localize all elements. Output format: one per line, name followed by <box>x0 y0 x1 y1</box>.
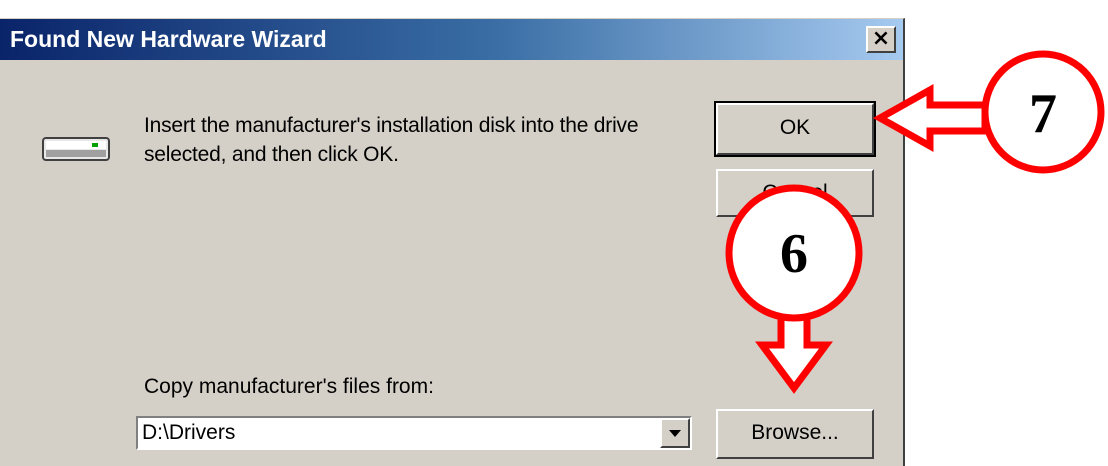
step-7-label: 7 <box>1029 83 1057 145</box>
close-icon: × <box>871 26 891 51</box>
dropdown-button[interactable] <box>660 418 690 448</box>
cancel-button[interactable]: Cancel <box>716 169 874 217</box>
copy-from-combobox[interactable]: D:\Drivers <box>136 416 692 450</box>
disk-drive-icon <box>42 137 110 161</box>
ok-button[interactable]: OK <box>714 101 876 157</box>
found-new-hardware-dialog: Found New Hardware Wizard × Insert the m… <box>0 18 905 466</box>
close-button[interactable]: × <box>866 26 896 53</box>
window-title: Found New Hardware Wizard <box>10 26 327 52</box>
copy-from-label: Copy manufacturer's files from: <box>144 375 434 398</box>
copy-from-value[interactable]: D:\Drivers <box>142 421 235 445</box>
screenshot-stage: Found New Hardware Wizard × Insert the m… <box>0 0 1108 466</box>
instruction-line-2: selected, and then click OK. <box>144 143 399 166</box>
instruction-message: Insert the manufacturer's installation d… <box>144 111 704 169</box>
step-7-circle <box>981 50 1105 174</box>
title-bar[interactable]: Found New Hardware Wizard × <box>0 19 903 60</box>
chevron-down-icon <box>669 430 681 437</box>
instruction-line-1: Insert the manufacturer's installation d… <box>144 114 639 137</box>
browse-button[interactable]: Browse... <box>716 409 874 459</box>
